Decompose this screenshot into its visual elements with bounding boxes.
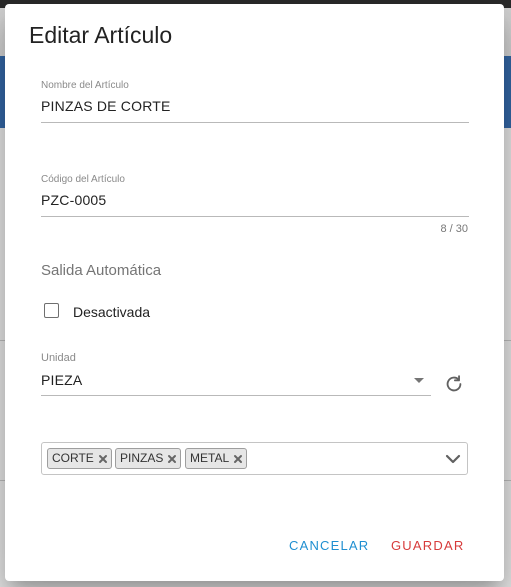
item-code-counter: 8 / 30 xyxy=(440,223,468,235)
save-button[interactable]: GUARDAR xyxy=(385,534,470,557)
dropdown-arrow-icon[interactable] xyxy=(414,378,424,383)
auto-exit-checkbox-label[interactable]: Desactivada xyxy=(73,304,150,320)
unit-select[interactable]: PIEZA xyxy=(41,372,82,388)
item-code-input[interactable]: PZC-0005 xyxy=(41,192,106,208)
tag-chip: METAL xyxy=(185,448,248,469)
auto-exit-section-title: Salida Automática xyxy=(41,262,162,279)
edit-item-dialog: Editar Artículo Nombre del Artículo PINZ… xyxy=(5,4,504,581)
cancel-button[interactable]: CANCELAR xyxy=(283,534,375,557)
item-name-label: Nombre del Artículo xyxy=(41,80,129,91)
dialog-title: Editar Artículo xyxy=(29,22,173,48)
tag-chip: PINZAS xyxy=(115,448,182,469)
item-code-underline xyxy=(41,216,469,217)
auto-exit-checkbox[interactable] xyxy=(44,303,59,318)
tag-chip-label: CORTE xyxy=(52,451,94,465)
tag-chip-label: PINZAS xyxy=(120,451,164,465)
tag-chip-label: METAL xyxy=(190,451,230,465)
refresh-icon[interactable] xyxy=(443,373,465,395)
item-code-label: Código del Artículo xyxy=(41,174,125,185)
chevron-down-icon[interactable] xyxy=(445,452,461,466)
item-name-underline xyxy=(41,122,469,123)
unit-underline xyxy=(41,395,431,396)
remove-tag-icon[interactable] xyxy=(232,453,244,465)
item-name-input[interactable]: PINZAS DE CORTE xyxy=(41,98,171,114)
tag-chip: CORTE xyxy=(47,448,112,469)
remove-tag-icon[interactable] xyxy=(166,453,178,465)
remove-tag-icon[interactable] xyxy=(97,453,109,465)
unit-label: Unidad xyxy=(41,352,76,364)
tags-select[interactable]: CORTE PINZAS METAL xyxy=(41,442,468,475)
